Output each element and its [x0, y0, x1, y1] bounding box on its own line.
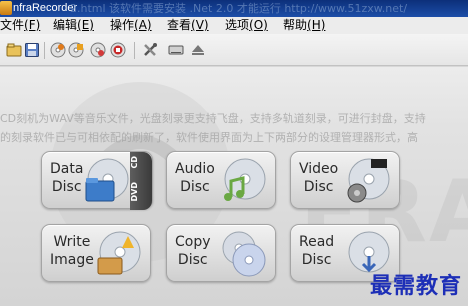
video-disc-button[interactable]: Video Disc [290, 151, 400, 209]
audio-disc-line1: Audio [175, 161, 215, 177]
data-disc-icon [82, 157, 130, 205]
main-panel: FRA CD刻机为WAV等音乐文件，光盘刻录更支持飞盘，支持多轨道刻录，可进行封… [0, 67, 468, 306]
menu-options-label: 选项 [225, 18, 250, 32]
copy-disc-line1: Copy [175, 234, 211, 250]
menu-help-label: 帮助 [283, 18, 308, 32]
menu-edit-key: (E) [77, 18, 94, 32]
app-icon [0, 1, 12, 15]
menu-bar: 文件(F) 编辑(E) 操作(A) 查看(V) 选项(O) 帮助(H) [0, 17, 468, 34]
window-title: nfraRecorder [13, 2, 78, 14]
overlay-watermark: 2.html 该软件需要安装 .Net 2.0 才能运行 http://www.… [70, 2, 408, 15]
menu-file-label: 文件 [0, 18, 25, 32]
data-disc-button[interactable]: Data Disc CD DVD [41, 151, 153, 210]
dvd-tab-label: DVD [130, 182, 139, 202]
data-disc-label: Data Disc [50, 160, 83, 196]
save-icon[interactable] [24, 42, 40, 58]
copy-disc-icon[interactable] [68, 42, 84, 58]
video-disc-line1: Video [299, 161, 339, 177]
menu-action-key: (A) [134, 18, 152, 32]
stop-icon[interactable] [110, 42, 126, 58]
copy-disc-label: Copy Disc [175, 233, 211, 269]
menu-view-label: 查看 [167, 18, 192, 32]
copy-disc-button[interactable]: Copy Disc [166, 224, 276, 282]
menu-action-label: 操作 [110, 18, 135, 32]
menu-help-key: (H) [307, 18, 326, 32]
video-disc-line2: Disc [303, 179, 334, 195]
read-disc-line1: Read [299, 234, 335, 250]
menu-action[interactable]: 操作(A) [110, 17, 152, 34]
write-image-button[interactable]: Write Image [41, 224, 151, 282]
open-icon[interactable] [6, 42, 22, 58]
audio-disc-icon [219, 157, 267, 205]
video-disc-icon [343, 157, 391, 205]
write-image-icon [94, 230, 142, 278]
toolbar-separator [44, 42, 45, 59]
write-image-line1: Write [53, 234, 91, 250]
description-line-2: 的刻录软件已与可相依配的刷新了，软件使用界面为上下两部分的设理管理器形式，高 [0, 131, 418, 144]
menu-options-key: (O) [249, 18, 268, 32]
brand-watermark: 最需教育 [369, 273, 462, 299]
menu-options[interactable]: 选项(O) [225, 17, 268, 34]
copy-disc-icon [219, 230, 267, 278]
audio-disc-button[interactable]: Audio Disc [166, 151, 276, 209]
read-disc-line2: Disc [301, 252, 332, 268]
copy-disc-line2: Disc [177, 252, 208, 268]
menu-edit[interactable]: 编辑(E) [53, 17, 94, 34]
menu-file-key: (F) [24, 18, 41, 32]
write-image-label: Write Image [50, 233, 94, 269]
menu-view-key: (V) [191, 18, 209, 32]
title-bar: nfraRecorder 2.html 该软件需要安装 .Net 2.0 才能运… [0, 0, 468, 17]
menu-file[interactable]: 文件(F) [0, 17, 40, 34]
video-disc-label: Video Disc [299, 160, 338, 196]
audio-disc-line2: Disc [180, 179, 210, 195]
description-line-1: CD刻机为WAV等音乐文件，光盘刻录更支持飞盘，支持多轨道刻录，可进行封盘，支持 [0, 112, 426, 125]
data-disc-line2: Disc [51, 179, 82, 195]
data-disc-line1: Data [50, 161, 84, 177]
settings-tools-icon[interactable] [142, 42, 158, 58]
menu-view[interactable]: 查看(V) [167, 17, 209, 34]
cd-tab-label: CD [130, 156, 139, 169]
drive-icon[interactable] [168, 42, 184, 58]
eject-icon[interactable] [190, 42, 206, 58]
audio-disc-label: Audio Disc [175, 160, 215, 196]
toolbar [0, 34, 468, 66]
erase-disc-icon[interactable] [90, 42, 106, 58]
write-image-line2: Image [50, 252, 94, 268]
read-disc-label: Read Disc [299, 233, 334, 269]
menu-edit-label: 编辑 [53, 18, 78, 32]
cd-dvd-tab: CD DVD [130, 152, 152, 210]
record-disc-icon[interactable] [50, 42, 66, 58]
menu-help[interactable]: 帮助(H) [283, 17, 325, 34]
toolbar-separator [134, 42, 135, 59]
